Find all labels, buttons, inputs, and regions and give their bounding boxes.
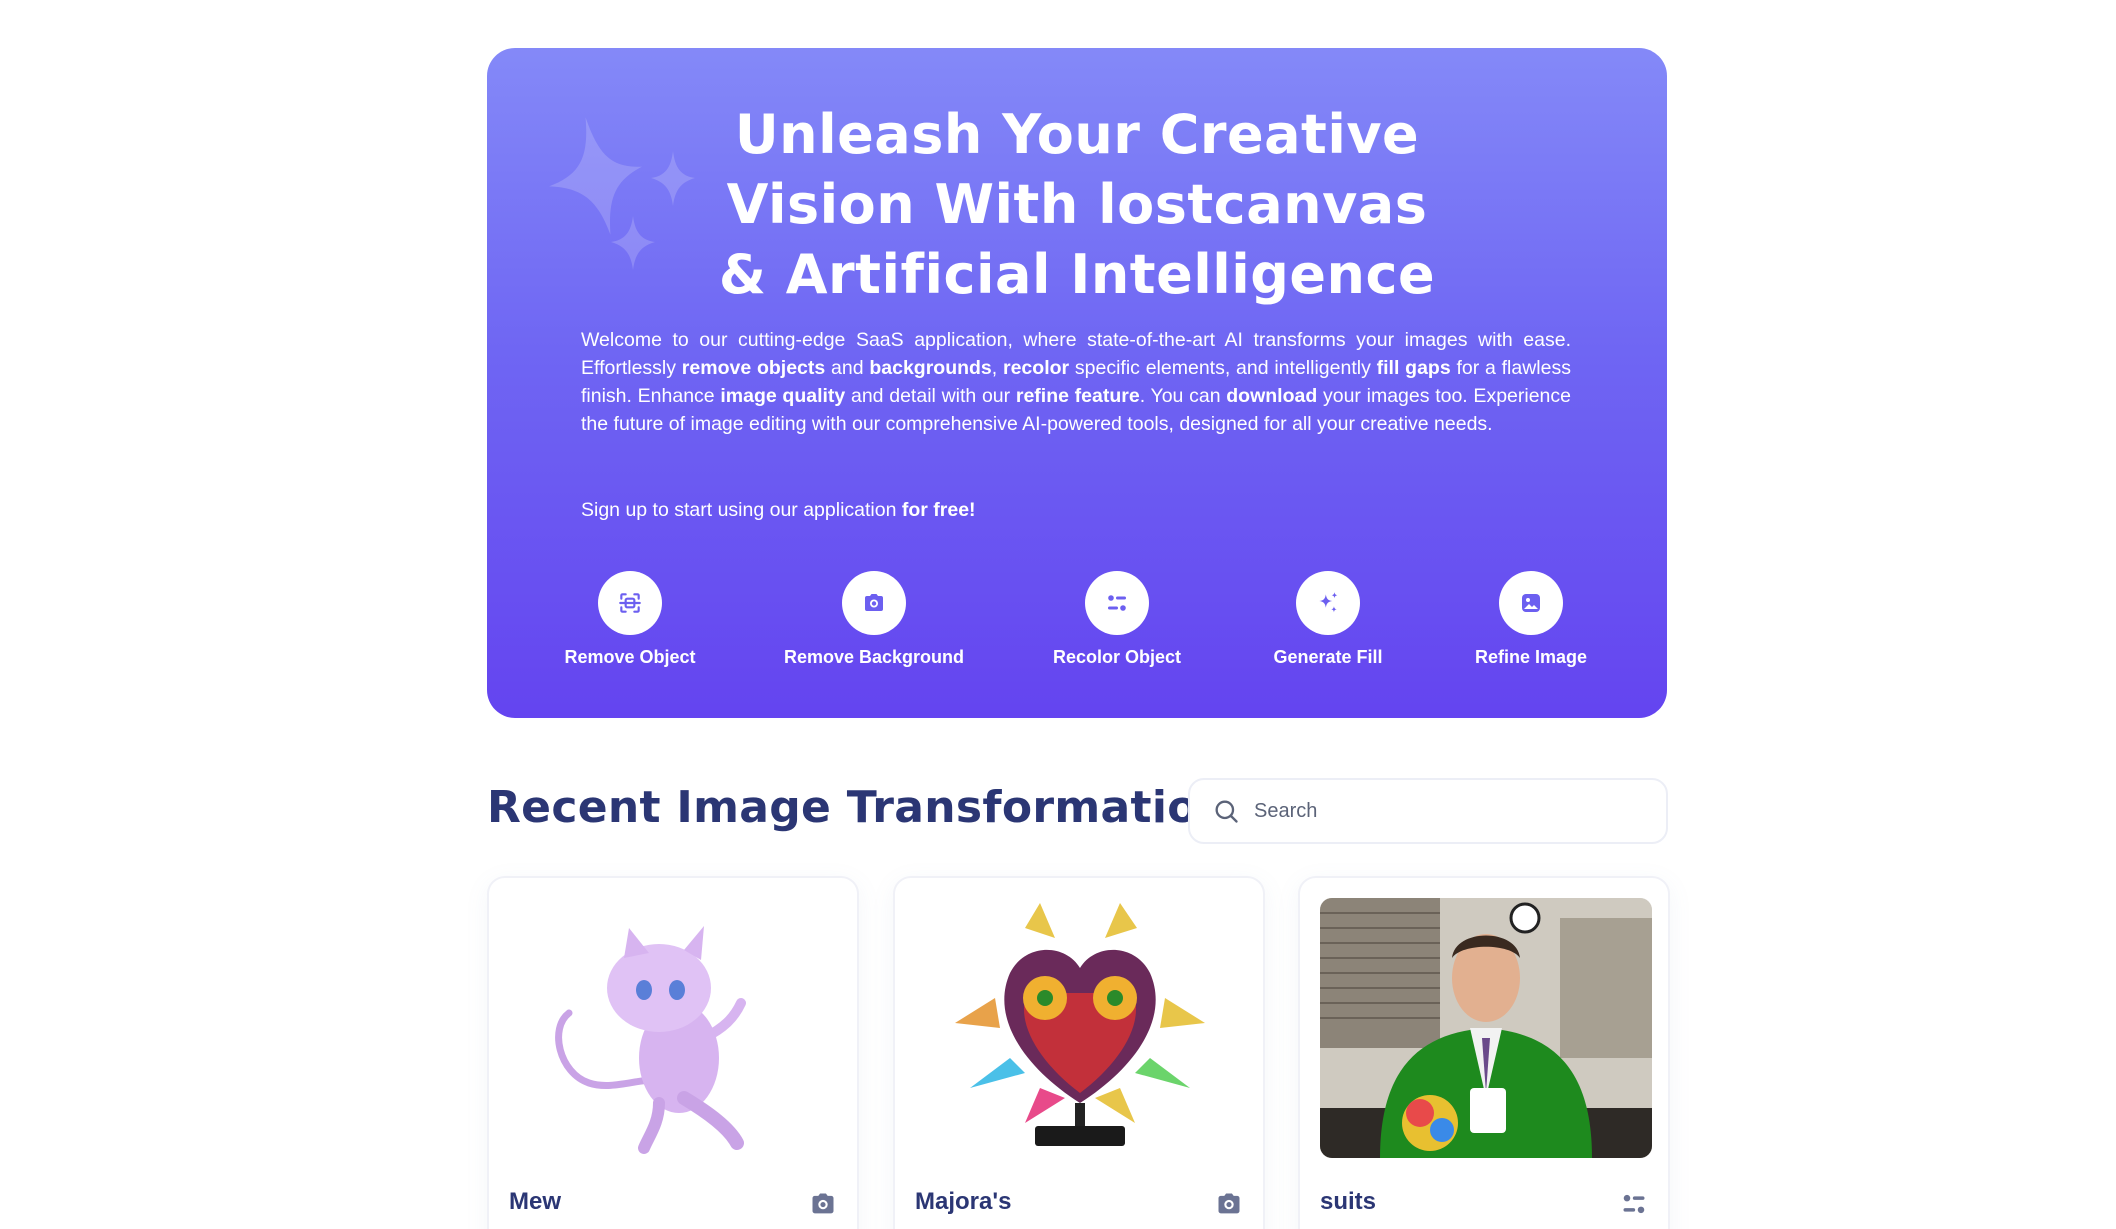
- hero-text: ,: [991, 357, 1003, 379]
- hero-cta-text: Sign up to start using our application: [581, 499, 902, 521]
- tool-icon-circle: [842, 571, 906, 635]
- tool-icon-circle: [1296, 571, 1360, 635]
- hero-banner: Unleash Your Creative Vision With lostca…: [487, 48, 1667, 718]
- hero-highlight: fill gaps: [1376, 357, 1451, 379]
- filter-icon: [1623, 1194, 1645, 1214]
- transformation-card[interactable]: Mew: [487, 876, 859, 1229]
- search-box[interactable]: [1188, 778, 1668, 844]
- hero-title-line: Vision With lostcanvas: [726, 173, 1428, 236]
- card-title: suits: [1320, 1188, 1377, 1215]
- camera-icon: [865, 594, 883, 611]
- hero-highlight: refine feature: [1015, 385, 1140, 407]
- scan-object-icon: [619, 593, 641, 613]
- transformation-card[interactable]: suits: [1298, 876, 1670, 1229]
- section-title: Recent Image Transformations: [487, 782, 1256, 833]
- hero-title: Unleash Your Creative Vision With lostca…: [487, 100, 1667, 310]
- camera-icon: [812, 1193, 834, 1214]
- tool-label: Recolor Object: [1052, 647, 1182, 667]
- hero-highlight: recolor: [1003, 357, 1070, 379]
- camera-icon: [1218, 1193, 1240, 1214]
- card-title: Mew: [509, 1188, 562, 1215]
- hero-text: specific elements, and intelligently: [1069, 357, 1377, 379]
- image-icon: [1522, 594, 1540, 612]
- tool-icon-circle: [598, 571, 662, 635]
- tool-generate-fill[interactable]: Generate Fill: [1218, 571, 1438, 668]
- hero-highlight: download: [1226, 385, 1318, 407]
- tool-label: Remove Background: [783, 647, 965, 667]
- hero-cta: Sign up to start using our application f…: [581, 496, 976, 524]
- tool-remove-object[interactable]: Remove Object: [520, 571, 740, 668]
- search-icon: [1215, 800, 1238, 823]
- hero-text: and: [825, 357, 870, 379]
- stars-icon: [1319, 592, 1338, 613]
- hero-text: and detail with our: [845, 385, 1016, 407]
- tool-icon-circle: [1499, 571, 1563, 635]
- hero-cta-highlight: for free!: [901, 499, 976, 521]
- card-title: Majora's: [915, 1188, 1012, 1215]
- hero-title-line: Unleash Your Creative: [734, 103, 1420, 166]
- hero-highlight: backgrounds: [869, 357, 992, 379]
- tool-label: Generate Fill: [1273, 647, 1383, 667]
- hero-highlight: remove objects: [681, 357, 826, 379]
- card-image-suits: [1320, 898, 1652, 1158]
- search-input[interactable]: [1254, 799, 1654, 823]
- hero-text: . You can: [1139, 385, 1227, 407]
- filter-icon: [1108, 595, 1126, 611]
- hero-title-line: & Artificial Intelligence: [718, 243, 1436, 306]
- card-image-mew: [509, 898, 841, 1158]
- tool-label: Remove Object: [564, 647, 696, 667]
- tool-icon-circle: [1085, 571, 1149, 635]
- tool-refine-image[interactable]: Refine Image: [1421, 571, 1641, 668]
- tool-label: Refine Image: [1474, 647, 1588, 667]
- transformation-card[interactable]: Majora's: [893, 876, 1265, 1229]
- tool-shortcuts: Remove Object Remove Background Recolor …: [487, 571, 1667, 691]
- tool-remove-background[interactable]: Remove Background: [764, 571, 984, 668]
- hero-highlight: image quality: [720, 385, 846, 407]
- card-image-majoras: [915, 898, 1247, 1158]
- tool-recolor-object[interactable]: Recolor Object: [1007, 571, 1227, 668]
- hero-description: Welcome to our cutting-edge SaaS applica…: [581, 326, 1571, 438]
